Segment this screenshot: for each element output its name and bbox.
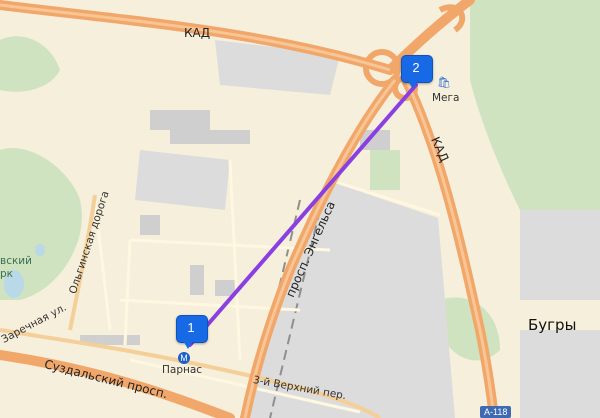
place-label-forest-a: вский: [0, 255, 32, 267]
marker-tail: [407, 79, 419, 89]
marker-number: 1: [187, 320, 195, 335]
poi-label-parnas[interactable]: Парнас: [162, 365, 202, 376]
route-marker-start[interactable]: 1: [176, 315, 208, 355]
shopping-bag-icon[interactable]: 🛍: [437, 76, 451, 90]
marker-tail: [182, 339, 194, 349]
map-canvas[interactable]: КАД КАД просп. Энгельса Суздальский прос…: [0, 0, 600, 418]
place-label-bugry: Бугры: [528, 316, 577, 334]
route-shield: А-118: [480, 406, 512, 418]
route-marker-end[interactable]: 2: [401, 55, 433, 95]
place-label-forest-b: рк: [0, 268, 14, 280]
marker-number: 2: [412, 60, 420, 75]
road-label-kad-top: КАД: [184, 26, 211, 40]
map-base-layer: [0, 0, 600, 418]
poi-label-mega[interactable]: Мега: [432, 93, 459, 104]
